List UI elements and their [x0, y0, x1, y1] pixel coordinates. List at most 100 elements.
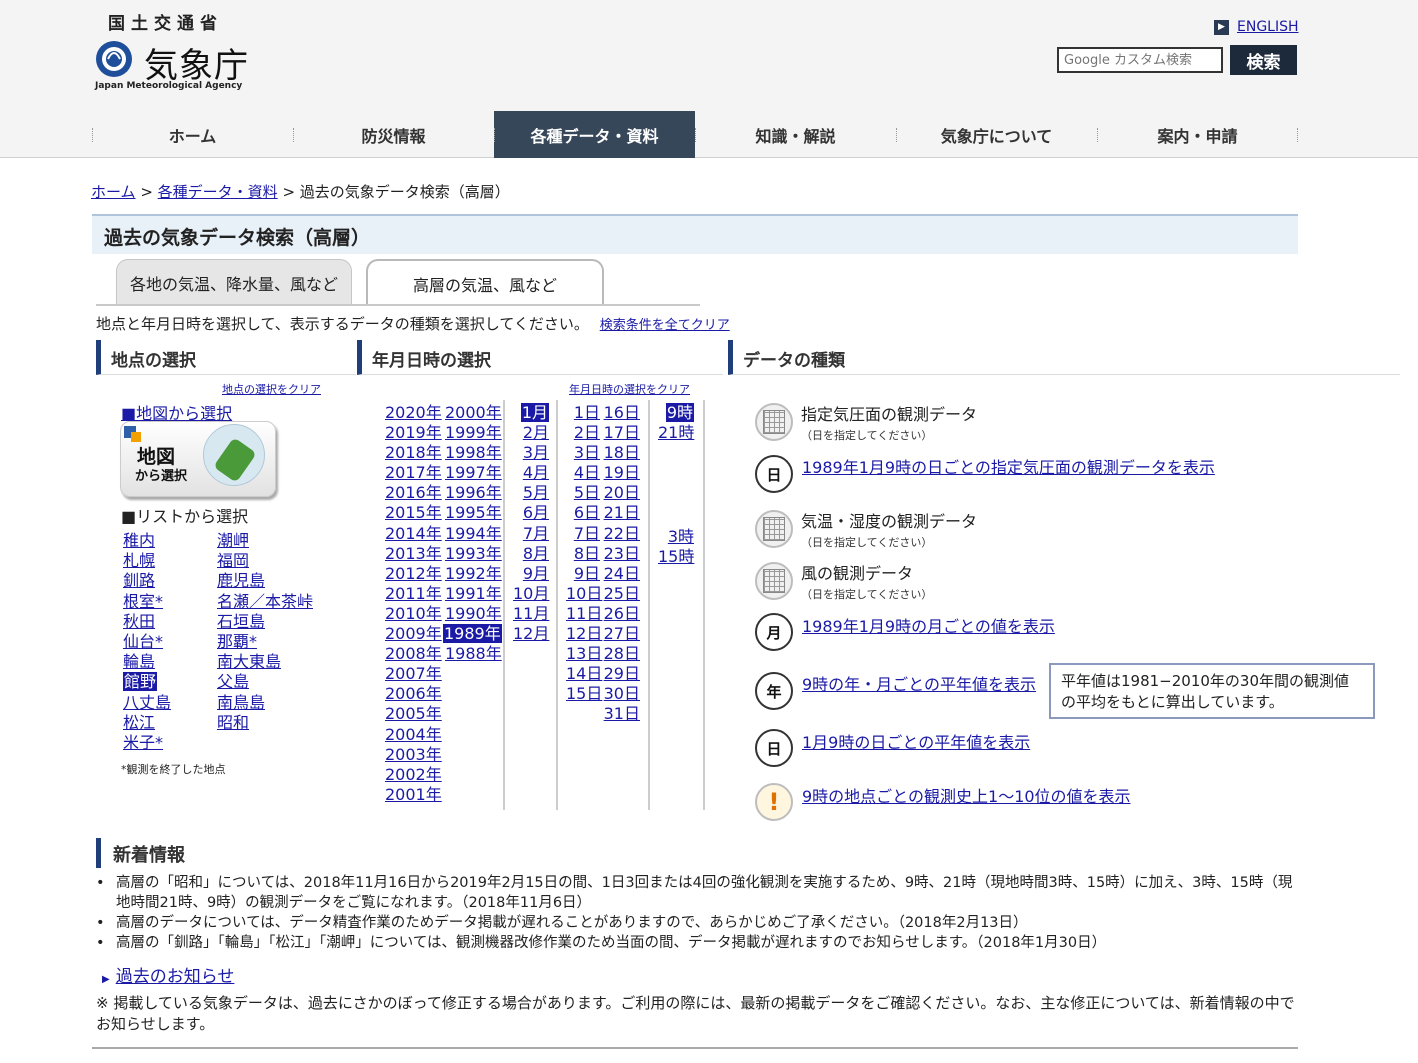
year-link[interactable]: 2018年 [385, 443, 442, 462]
nav-about[interactable]: 気象庁について [896, 111, 1097, 158]
record-rank-link[interactable]: 9時の地点ごとの観測史上1〜10位の値を表示 [802, 783, 1131, 807]
day-link[interactable]: 9日 [574, 564, 600, 583]
year-link[interactable]: 1991年 [445, 584, 502, 603]
station-link[interactable]: 那覇* [217, 632, 257, 651]
station-link[interactable]: 輪島 [123, 652, 155, 671]
year-link[interactable]: 2004年 [385, 725, 442, 744]
station-link[interactable]: 南大東島 [217, 652, 281, 671]
station-link[interactable]: 稚内 [123, 531, 155, 550]
search-button[interactable]: 検索 [1230, 45, 1297, 75]
year-link[interactable]: 2019年 [385, 423, 442, 442]
calendar-year-icon[interactable]: 年 [755, 672, 793, 710]
year-link[interactable]: 1990年 [445, 604, 502, 623]
year-link[interactable]: 2013年 [385, 544, 442, 563]
nav-data[interactable]: 各種データ・資料 [494, 111, 695, 158]
station-link[interactable]: 秋田 [123, 612, 155, 631]
nav-disaster-info[interactable]: 防災情報 [293, 111, 494, 158]
day-link[interactable]: 15日 [566, 684, 602, 703]
day-link[interactable]: 24日 [604, 564, 640, 583]
calendar-month-icon[interactable]: 月 [755, 613, 793, 651]
year-link[interactable]: 1997年 [445, 463, 502, 482]
month-link[interactable]: 11月 [513, 604, 549, 623]
station-link[interactable]: 札幌 [123, 551, 155, 570]
day-link[interactable]: 23日 [604, 544, 640, 563]
year-link[interactable]: 1995年 [445, 503, 502, 522]
nav-guide[interactable]: 案内・申請 [1097, 111, 1298, 158]
day-link[interactable]: 8日 [574, 544, 600, 563]
month-link[interactable]: 9月 [523, 564, 549, 583]
station-link[interactable]: 鹿児島 [217, 571, 265, 590]
day-link[interactable]: 27日 [604, 624, 640, 643]
month-link[interactable]: 3月 [523, 443, 549, 462]
year-link[interactable]: 2000年 [445, 403, 502, 422]
station-link[interactable]: 根室* [123, 592, 163, 611]
station-link[interactable]: 昭和 [217, 713, 249, 732]
pressure-daily-link[interactable]: 1989年1月9時の日ごとの指定気圧面の観測データを表示 [802, 454, 1215, 478]
breadcrumb-home[interactable]: ホーム [91, 183, 136, 201]
day-link[interactable]: 6日 [574, 503, 600, 522]
calendar-day-icon[interactable]: 日 [755, 455, 793, 493]
breadcrumb-data[interactable]: 各種データ・資料 [158, 183, 278, 201]
day-link[interactable]: 14日 [566, 664, 602, 683]
hour-link[interactable]: 3時 [668, 527, 694, 546]
english-link-label[interactable]: ENGLISH [1237, 19, 1299, 35]
day-link[interactable]: 19日 [604, 463, 640, 482]
hour-link[interactable]: 15時 [658, 547, 694, 566]
year-link[interactable]: 2016年 [385, 483, 442, 502]
monthly-values-link[interactable]: 1989年1月9時の月ごとの値を表示 [802, 613, 1055, 637]
year-link[interactable]: 2001年 [385, 785, 442, 804]
day-link[interactable]: 4日 [574, 463, 600, 482]
past-news-link[interactable]: ▶ 過去のお知らせ [102, 962, 234, 987]
year-link[interactable]: 2011年 [385, 584, 442, 603]
month-link[interactable]: 6月 [523, 503, 549, 522]
station-link[interactable]: 米子* [123, 733, 163, 752]
day-link[interactable]: 18日 [604, 443, 640, 462]
day-link[interactable]: 26日 [604, 604, 640, 623]
hour-link[interactable]: 21時 [658, 423, 694, 442]
jma-logo-icon[interactable] [94, 39, 134, 79]
station-link[interactable]: 仙台* [123, 632, 163, 651]
calendar-day-icon[interactable]: 日 [755, 729, 793, 767]
year-link[interactable]: 1998年 [445, 443, 502, 462]
nav-knowledge[interactable]: 知識・解説 [695, 111, 896, 158]
month-link[interactable]: 8月 [523, 544, 549, 563]
clear-date-link[interactable]: 年月日時の選択をクリア [569, 381, 690, 397]
year-link[interactable]: 1989年 [443, 624, 502, 644]
station-link[interactable]: 八丈島 [123, 693, 171, 712]
day-link[interactable]: 22日 [604, 524, 640, 543]
year-link[interactable]: 2010年 [385, 604, 442, 623]
station-link[interactable]: 館野 [123, 672, 158, 692]
day-link[interactable]: 12日 [566, 624, 602, 643]
clear-point-link[interactable]: 地点の選択をクリア [222, 381, 321, 397]
station-link[interactable]: 石垣島 [217, 612, 265, 631]
day-link[interactable]: 28日 [604, 644, 640, 663]
day-link[interactable]: 13日 [566, 644, 602, 663]
day-link[interactable]: 20日 [604, 483, 640, 502]
search-input[interactable] [1057, 47, 1223, 73]
year-link[interactable]: 2008年 [385, 644, 442, 663]
day-link[interactable]: 10日 [566, 584, 602, 603]
station-link[interactable]: 松江 [123, 713, 155, 732]
map-select-button[interactable]: 地図 から選択 [120, 421, 276, 497]
year-link[interactable]: 2015年 [385, 503, 442, 522]
year-link[interactable]: 1994年 [445, 524, 502, 543]
year-link[interactable]: 2006年 [385, 684, 442, 703]
station-link[interactable]: 釧路 [123, 571, 155, 590]
year-link[interactable]: 2009年 [385, 624, 442, 643]
year-link[interactable]: 2012年 [385, 564, 442, 583]
year-link[interactable]: 1988年 [445, 644, 502, 663]
year-link[interactable]: 2020年 [385, 403, 442, 422]
day-link[interactable]: 21日 [604, 503, 640, 522]
year-link[interactable]: 2002年 [385, 765, 442, 784]
clear-all-link[interactable]: 検索条件を全てクリア [600, 318, 730, 333]
tab-upper-air[interactable]: 高層の気温、風など [366, 259, 604, 306]
hour-link[interactable]: 9時 [665, 403, 694, 422]
tab-surface[interactable]: 各地の気温、降水量、風など [116, 259, 352, 306]
nav-home[interactable]: ホーム [92, 111, 293, 158]
station-link[interactable]: 名瀬／本茶峠 [217, 592, 313, 611]
day-link[interactable]: 5日 [574, 483, 600, 502]
month-link[interactable]: 7月 [523, 524, 549, 543]
month-link[interactable]: 2月 [523, 423, 549, 442]
day-link[interactable]: 25日 [604, 584, 640, 603]
month-link[interactable]: 1月 [520, 403, 549, 422]
